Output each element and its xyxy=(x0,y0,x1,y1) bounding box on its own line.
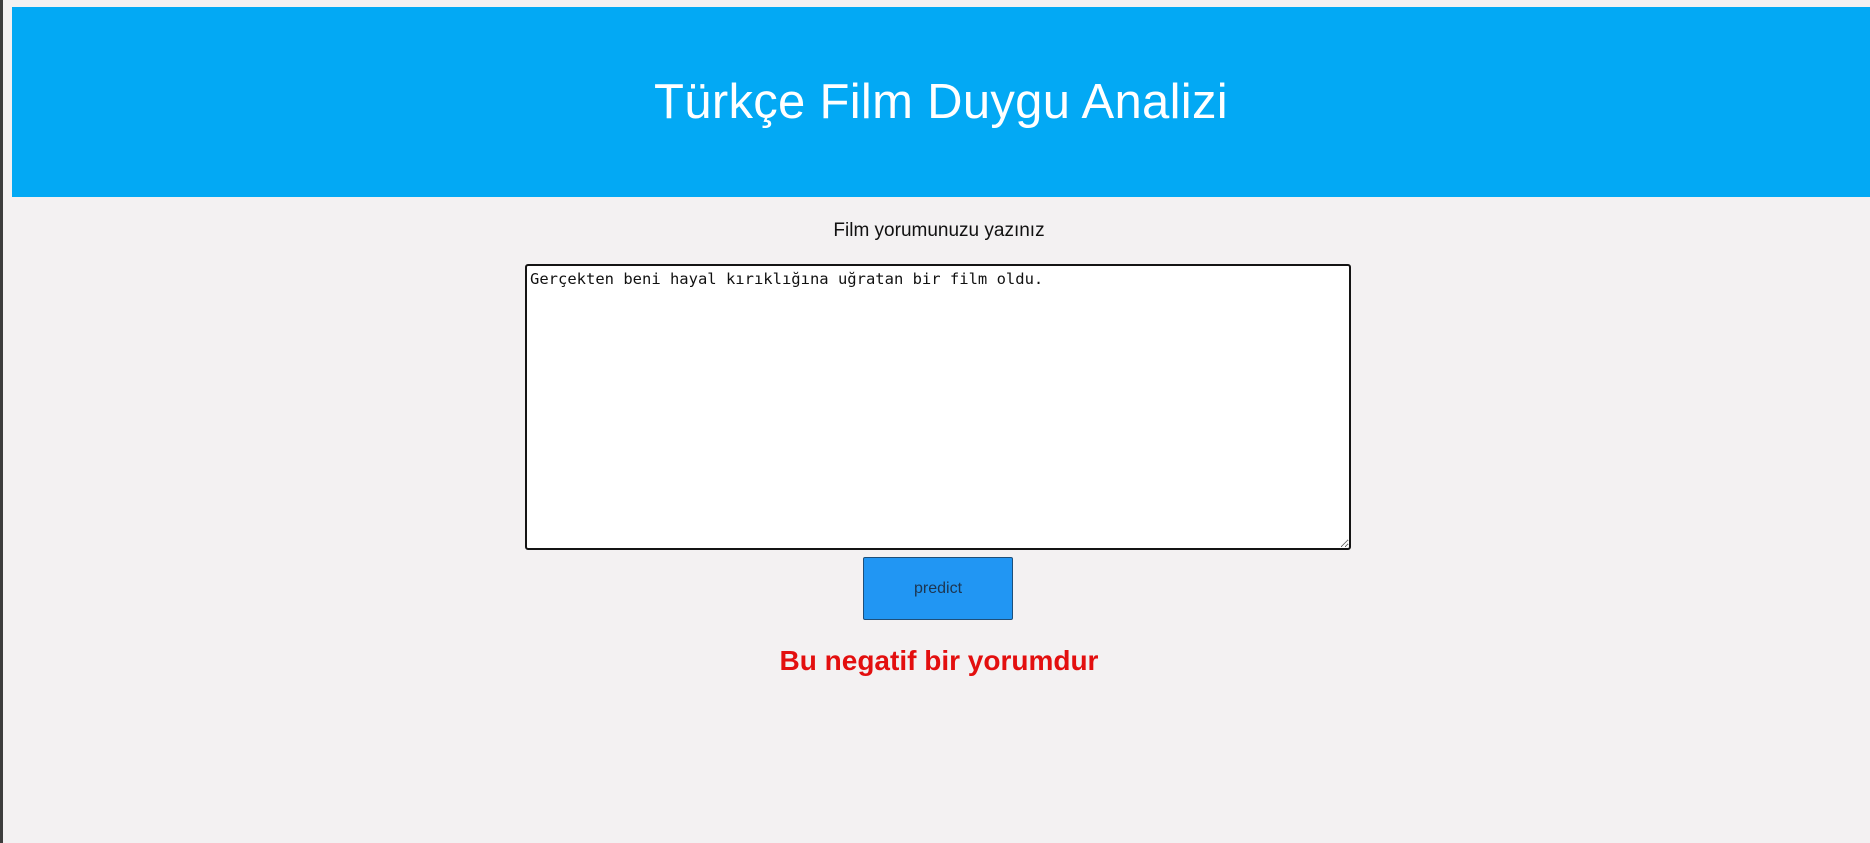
window-left-border xyxy=(0,0,3,843)
review-textarea-container: Gerçekten beni hayal kırıklığına uğratan… xyxy=(525,264,1351,550)
predict-button[interactable]: predict xyxy=(863,557,1013,620)
prediction-result: Bu negatif bir yorumdur xyxy=(779,645,1099,676)
review-textarea[interactable]: Gerçekten beni hayal kırıklığına uğratan… xyxy=(525,264,1351,550)
page-title: Türkçe Film Duygu Analizi xyxy=(654,75,1228,129)
page-header: Türkçe Film Duygu Analizi xyxy=(12,7,1870,197)
review-prompt-label: Film yorumunuzu yazınız xyxy=(833,220,1045,241)
